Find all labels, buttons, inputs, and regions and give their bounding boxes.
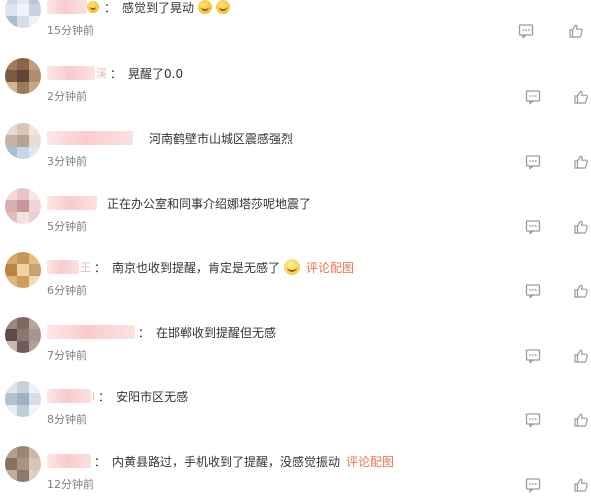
name-separator: ：	[138, 325, 151, 340]
name-separator: ：	[110, 66, 123, 81]
comment-line: 河南鹤壁市山城区震感强烈	[47, 129, 293, 147]
comment-time: 7分钟前	[47, 349, 87, 362]
comment-item: ： 感觉到了晃动 15分钟前	[0, 0, 591, 52]
comment-line: ： 感觉到了晃动	[47, 0, 231, 16]
user-name[interactable]: i	[47, 389, 95, 403]
avatar[interactable]	[5, 381, 41, 417]
user-name[interactable]	[47, 196, 97, 210]
comment-text: 安阳市区无感	[116, 389, 189, 404]
comment-time: 2分钟前	[47, 90, 87, 103]
thumbs-up-icon[interactable]	[573, 89, 589, 105]
comment-time: 3分钟前	[47, 155, 87, 168]
blurred-username	[47, 325, 135, 339]
comment-icon[interactable]	[525, 89, 541, 105]
comment-image-link[interactable]: 评论配图	[346, 453, 394, 470]
user-name[interactable]: 王	[47, 259, 91, 275]
comment-text: 内黄县路过，手机收到了提醒，没感觉振动	[112, 454, 341, 469]
blurred-username	[47, 131, 133, 145]
grinning-face-with-sweat-icon	[216, 0, 231, 14]
comment-item: 王： 南京也收到提醒，肯定是无感了 评论配图 6分钟前	[0, 252, 591, 312]
comment-list: ：感觉到了晃动 15分钟前溪：晃醒了0.0 2分钟前 河南鹤壁市山城区震感强烈 3分钟前…	[0, 0, 591, 504]
comment-text: 正在办公室和同事介绍娜塔莎呢地震了	[107, 196, 312, 211]
avatar[interactable]	[5, 0, 41, 28]
slightly-smiling-face-icon	[284, 259, 301, 275]
thumbs-up-icon[interactable]	[573, 348, 589, 364]
name-separator: ：	[94, 454, 107, 469]
comment-time: 15分钟前	[47, 24, 94, 37]
blurred-username	[47, 454, 91, 468]
thumbs-up-icon[interactable]	[568, 23, 584, 39]
user-name[interactable]	[47, 325, 135, 339]
comment-icon[interactable]	[525, 348, 541, 364]
thumbs-up-icon[interactable]	[573, 283, 589, 299]
thumbs-up-icon[interactable]	[573, 154, 589, 170]
comment-line: i： 安阳市区无感	[47, 387, 188, 405]
avatar[interactable]	[5, 252, 41, 288]
comment-line: 王： 南京也收到提醒，肯定是无感了 评论配图	[47, 258, 354, 276]
comment-text: 感觉到了晃动	[122, 0, 195, 15]
user-name-suffix: 溪	[96, 67, 107, 80]
comment-icon[interactable]	[518, 23, 534, 39]
avatar[interactable]	[5, 317, 41, 353]
name-separator: ：	[98, 389, 111, 404]
comment-text: 河南鹤壁市山城区震感强烈	[149, 131, 294, 146]
thumbs-up-icon[interactable]	[573, 219, 589, 235]
avatar[interactable]	[5, 446, 41, 482]
user-name[interactable]	[47, 0, 101, 14]
user-name[interactable]: 溪	[47, 65, 107, 81]
user-name[interactable]	[47, 131, 133, 145]
comment-image-link[interactable]: 评论配图	[306, 259, 354, 276]
blurred-username	[47, 196, 97, 210]
comment-text: 晃醒了0.0	[128, 66, 184, 81]
user-badge-emoji-icon	[87, 1, 99, 13]
avatar[interactable]	[5, 58, 41, 94]
comment-item: ： 内黄县路过，手机收到了提醒，没感觉振动 评论配图 12分钟前	[0, 446, 591, 504]
avatar[interactable]	[5, 123, 41, 159]
comment-text: 南京也收到提醒，肯定是无感了	[112, 260, 281, 275]
comment-icon[interactable]	[525, 412, 541, 428]
comment-icon[interactable]	[525, 219, 541, 235]
name-separator: ：	[104, 0, 117, 15]
comment-item: 正在办公室和同事介绍娜塔莎呢地震了 5分钟前	[0, 188, 591, 248]
comment-line: ： 在邯郸收到提醒但无感	[47, 323, 276, 341]
user-name-suffix: 王	[80, 261, 91, 274]
blurred-username	[47, 0, 87, 14]
comment-item: 溪： 晃醒了0.0 2分钟前	[0, 58, 591, 118]
blurred-username	[47, 260, 79, 274]
comment-line: 正在办公室和同事介绍娜塔莎呢地震了	[47, 194, 311, 212]
comment-time: 6分钟前	[47, 284, 87, 297]
comment-time: 12分钟前	[47, 478, 94, 491]
comment-time: 5分钟前	[47, 220, 87, 233]
comment-item: ： 在邯郸收到提醒但无感 7分钟前	[0, 317, 591, 377]
comment-time: 8分钟前	[47, 413, 87, 426]
avatar[interactable]	[5, 188, 41, 224]
grinning-face-with-sweat-icon	[198, 0, 213, 14]
comment-line: ： 内黄县路过，手机收到了提醒，没感觉振动 评论配图	[47, 452, 394, 470]
name-separator: ：	[94, 260, 107, 275]
comment-text: 在邯郸收到提醒但无感	[156, 325, 277, 340]
thumbs-up-icon[interactable]	[573, 477, 589, 493]
comment-icon[interactable]	[525, 477, 541, 493]
comment-item: i： 安阳市区无感 8分钟前	[0, 381, 591, 441]
user-name[interactable]	[47, 454, 91, 468]
comment-icon[interactable]	[525, 283, 541, 299]
comment-icon[interactable]	[525, 154, 541, 170]
blurred-username	[47, 389, 91, 403]
user-name-suffix: i	[92, 389, 96, 403]
comment-item: 河南鹤壁市山城区震感强烈 3分钟前	[0, 123, 591, 183]
blurred-username	[47, 66, 95, 80]
comment-line: 溪： 晃醒了0.0	[47, 64, 183, 82]
thumbs-up-icon[interactable]	[573, 412, 589, 428]
